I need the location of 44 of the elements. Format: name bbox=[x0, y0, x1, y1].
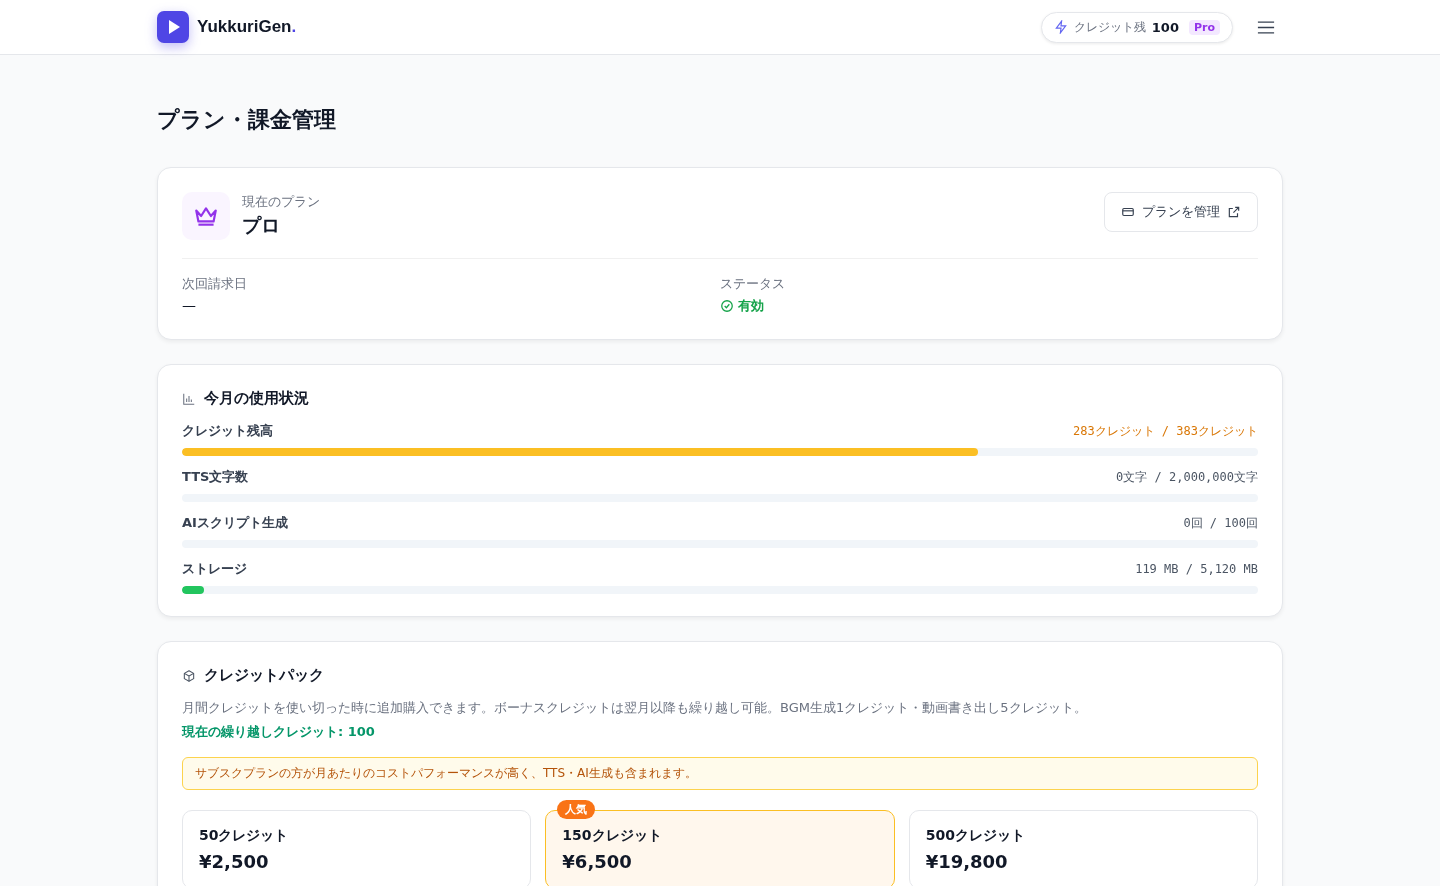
pack-name: 50クレジット bbox=[199, 827, 290, 845]
plan-name: プロ bbox=[242, 213, 281, 238]
manage-plan-button[interactable]: プランを管理 bbox=[1104, 192, 1258, 232]
logo-text[interactable]: YukkuriGen. bbox=[197, 17, 297, 37]
pack-name: 500クレジット bbox=[925, 827, 1026, 845]
usage-reading: 283クレジット / 383クレジット bbox=[1072, 422, 1258, 440]
usage-name: クレジット残高 bbox=[182, 422, 273, 440]
next-billing-value: — bbox=[182, 297, 197, 313]
popular-badge: 人気 bbox=[557, 800, 596, 819]
credit-pack-description: 月間クレジットを使い切った時に追加購入できます。ボーナスクレジットは翌月以降も繰り越し可能。BGM生成1クレジット・動画書き出し5クレジット。 bbox=[182, 699, 1088, 717]
check-circle-icon bbox=[720, 299, 734, 313]
pack-price: ¥19,800 bbox=[925, 851, 1009, 872]
card-icon bbox=[1121, 205, 1135, 219]
crown-icon bbox=[182, 192, 230, 240]
credits-value: 100 bbox=[1151, 19, 1179, 35]
notice-banner: サブスクプランの方が月あたりのコストパフォーマンスが高く、TTS・AI生成も含まれます。 bbox=[182, 757, 1258, 790]
credits-label: クレジット残 bbox=[1073, 18, 1146, 36]
usage-name: AIスクリプト生成 bbox=[182, 514, 288, 532]
usage-reading: 119 MB / 5,120 MB bbox=[1135, 562, 1258, 576]
page-title: プラン・課金管理 bbox=[157, 106, 337, 134]
carryover-credits: 現在の繰り越しクレジット: 100 bbox=[182, 723, 376, 741]
status-label: ステータス bbox=[720, 275, 786, 293]
logo-icon[interactable] bbox=[157, 11, 189, 43]
plan-badge: Pro bbox=[1188, 19, 1220, 35]
pack-price: ¥6,500 bbox=[562, 851, 633, 872]
credit-pack-title: クレジットパック bbox=[204, 666, 324, 685]
bar-chart-icon bbox=[182, 391, 196, 406]
next-billing-label: 次回請求日 bbox=[182, 275, 248, 293]
menu-icon[interactable] bbox=[1257, 19, 1275, 35]
usage-name: TTS文字数 bbox=[182, 468, 249, 486]
credits-pill[interactable]: クレジット残 100 Pro bbox=[1040, 11, 1233, 43]
box-icon bbox=[182, 668, 196, 683]
usage-reading: 0文字 / 2,000,000文字 bbox=[1116, 468, 1258, 486]
usage-title: 今月の使用状況 bbox=[204, 389, 309, 408]
pack-name: 150クレジット bbox=[562, 827, 663, 845]
usage-reading: 0回 / 100回 bbox=[1183, 514, 1258, 532]
lightning-icon bbox=[1053, 20, 1068, 34]
usage-name: ストレージ bbox=[182, 560, 247, 578]
pack-price: ¥2,500 bbox=[199, 851, 270, 872]
external-link-icon bbox=[1227, 205, 1241, 219]
pack-card[interactable]: 50クレジット ¥2,500 bbox=[182, 810, 532, 886]
pack-card[interactable]: 500クレジット ¥19,800 bbox=[908, 810, 1258, 886]
status-value: 有効 bbox=[738, 297, 764, 315]
plan-label: 現在のプラン bbox=[242, 193, 320, 211]
